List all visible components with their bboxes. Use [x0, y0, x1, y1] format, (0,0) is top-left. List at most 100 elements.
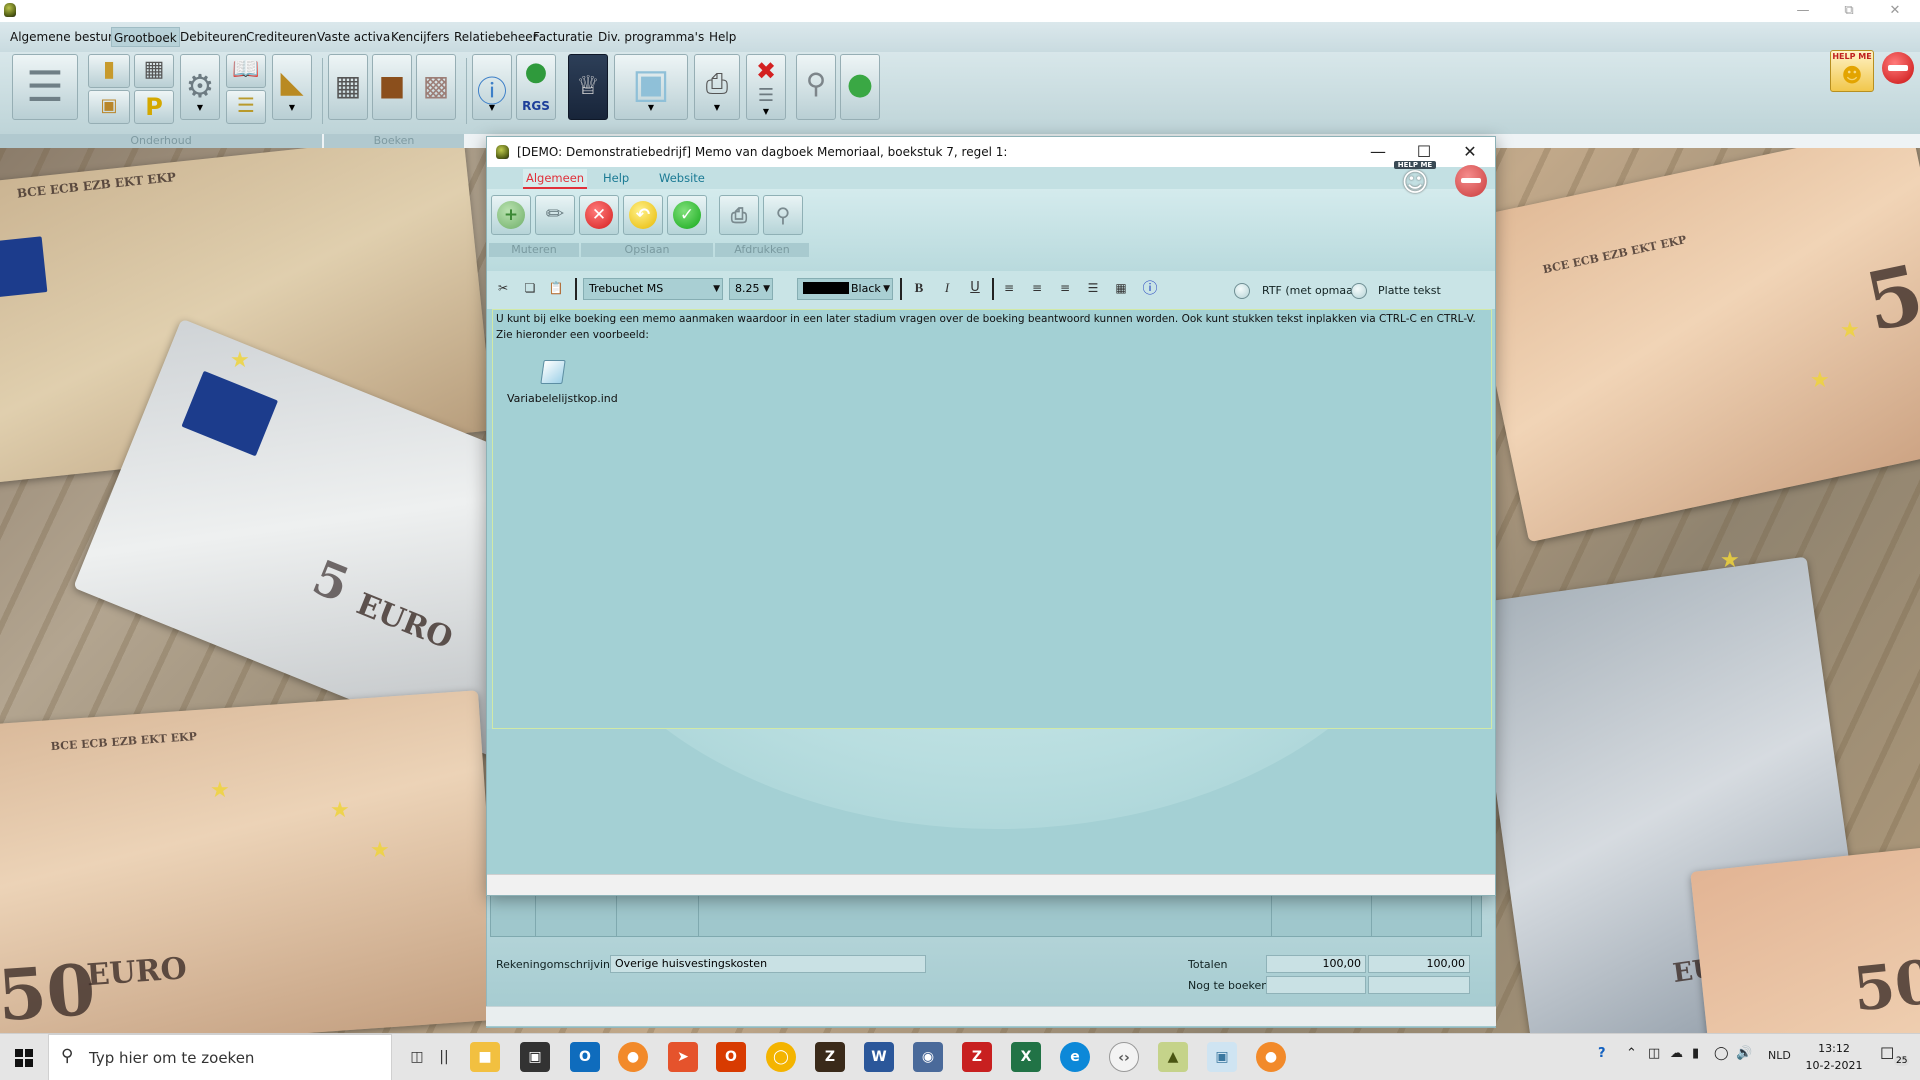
plain-text-radio[interactable] — [1351, 283, 1367, 299]
ribbon-globe-button[interactable]: ● — [840, 54, 880, 120]
copy-icon[interactable]: ❏ — [519, 277, 541, 299]
underline-button[interactable]: U — [964, 277, 986, 299]
ribbon-journal-button[interactable]: 📖 — [226, 54, 266, 88]
dialog-help-me-button[interactable]: HELP ME ☺ — [1394, 159, 1436, 205]
font-size-select[interactable]: 8.25 ▼ — [729, 278, 773, 300]
italic-button[interactable]: I — [936, 277, 958, 299]
ribbon-delete-button[interactable]: ✖ ☰ ▼ — [746, 54, 786, 120]
grid-column-divider — [1271, 896, 1272, 936]
menu-facturatie[interactable]: Facturatie — [531, 27, 595, 47]
word-icon[interactable]: W — [864, 1042, 894, 1072]
ribbon-tree-button[interactable]: ▣ — [88, 90, 130, 124]
menu-debiteuren[interactable]: Debiteuren — [178, 27, 249, 47]
taskbar-clock[interactable]: 13:12 10-2-2021 — [1802, 1040, 1866, 1074]
dialog-exit-button[interactable] — [1455, 165, 1487, 197]
app-red-arrow-icon[interactable]: ➤ — [668, 1042, 698, 1072]
app-blue-icon[interactable]: ◉ — [913, 1042, 943, 1072]
ribbon-ledger-list-button[interactable]: ☰ — [226, 90, 266, 124]
office-icon[interactable]: O — [716, 1042, 746, 1072]
paste-icon[interactable]: 📋 — [545, 277, 567, 299]
help-me-button[interactable]: HELP ME ☻ — [1830, 50, 1874, 92]
ribbon-info-button[interactable]: ⓘ ▼ — [472, 54, 512, 120]
justify-icon[interactable]: ☰ — [1082, 277, 1104, 299]
bold-button[interactable]: B — [908, 277, 930, 299]
filezilla-icon[interactable]: Z — [962, 1042, 992, 1072]
taskbar-search-box[interactable]: ⚲ Typ hier om te zoeken — [48, 1034, 392, 1080]
task-view-icon[interactable]: ◫ — [402, 1042, 432, 1072]
notifications-icon[interactable]: ☐ — [1880, 1044, 1894, 1063]
ribbon-list-button[interactable]: ☰ — [12, 54, 78, 120]
account-description-field[interactable]: Overige huisvestingskosten — [610, 955, 926, 973]
cut-icon[interactable]: ✂ — [492, 277, 514, 299]
start-button[interactable] — [0, 1034, 48, 1080]
save-button[interactable]: ✓ — [667, 195, 707, 235]
menu-div-programmas[interactable]: Div. programma's — [596, 27, 706, 47]
app-dark-icon[interactable]: Z — [815, 1042, 845, 1072]
align-center-icon[interactable]: ≡ — [1026, 277, 1048, 299]
print-preview-button[interactable]: ⚲ — [763, 195, 803, 235]
outlook-icon[interactable]: O — [570, 1042, 600, 1072]
ribbon-key-button[interactable]: ⚲ — [796, 54, 836, 120]
menu-vaste-activa[interactable]: Vaste activa — [315, 27, 392, 47]
ribbon-archive-button[interactable]: ▩ — [416, 54, 456, 120]
edge-icon[interactable]: e — [1060, 1042, 1090, 1072]
menu-help[interactable]: Help — [707, 27, 738, 47]
journal-grid-row[interactable] — [490, 895, 1482, 937]
ribbon-briefcase-button[interactable]: ■ — [372, 54, 412, 120]
ribbon-settings-button[interactable]: ⚙ ▼ — [180, 54, 220, 120]
attachment-filename[interactable]: Variabelelijstkop.ind — [507, 392, 618, 405]
ribbon-table-button[interactable]: ▦ — [134, 54, 174, 88]
rtf-radio[interactable] — [1234, 283, 1250, 299]
app-yellow-icon[interactable]: ◯ — [766, 1042, 796, 1072]
accounting-app-icon[interactable]: ▲ — [1158, 1042, 1188, 1072]
excel-icon[interactable]: X — [1011, 1042, 1041, 1072]
volume-tray-icon[interactable]: 🔊 — [1736, 1046, 1752, 1061]
ribbon-print-button[interactable]: ⎙ ▼ — [694, 54, 740, 120]
add-button[interactable]: + — [491, 195, 531, 235]
app-minimize-button[interactable]: — — [1780, 0, 1826, 22]
dialog-close-button[interactable]: ✕ — [1447, 137, 1493, 167]
menu-relatiebeheer[interactable]: Relatiebeheer — [452, 27, 540, 47]
cancel-button[interactable]: ✕ — [579, 195, 619, 235]
store-icon[interactable]: ▣ — [520, 1042, 550, 1072]
app-orange-icon[interactable]: ● — [618, 1042, 648, 1072]
attachment-file-icon[interactable] — [540, 360, 566, 384]
menu-kencijfers[interactable]: Kencijfers — [389, 27, 451, 47]
help-tray-icon[interactable]: ? — [1598, 1046, 1606, 1061]
ribbon-book-button[interactable]: ▮ — [88, 54, 130, 88]
device-tray-icon[interactable]: ◫ — [1648, 1046, 1660, 1061]
font-color-select[interactable]: Black ▼ — [797, 278, 893, 300]
ribbon-government-button[interactable]: ♕ — [568, 54, 608, 120]
tab-website[interactable]: Website — [659, 171, 705, 185]
app-code-icon[interactable]: ‹› — [1109, 1042, 1139, 1072]
memo-app-icon[interactable]: ▣ — [1207, 1042, 1237, 1072]
align-right-icon[interactable]: ≡ — [1054, 277, 1076, 299]
network-tray-icon[interactable]: ◯ — [1714, 1046, 1729, 1061]
app-orange-2-icon[interactable]: ● — [1256, 1042, 1286, 1072]
ribbon-cube-button[interactable]: ▣ ▼ — [614, 54, 688, 120]
undo-button[interactable]: ↶ — [623, 195, 663, 235]
app-restore-button[interactable]: ⧉ — [1826, 0, 1872, 22]
tab-help[interactable]: Help — [603, 171, 629, 185]
battery-tray-icon[interactable]: ▮ — [1692, 1046, 1699, 1061]
app-close-button[interactable]: ✕ — [1872, 0, 1918, 22]
chevron-up-icon[interactable]: ⌃ — [1626, 1046, 1637, 1061]
memo-editor[interactable]: U kunt bij elke boeking een memo aanmake… — [492, 309, 1492, 729]
menu-crediteuren[interactable]: Crediteuren — [244, 27, 319, 47]
ribbon-calculator-button[interactable]: ▦ — [328, 54, 368, 120]
align-left-icon[interactable]: ≡ — [998, 277, 1020, 299]
ribbon-stamp-button[interactable]: ◣ ▼ — [272, 54, 312, 120]
file-explorer-icon[interactable]: ■ — [470, 1042, 500, 1072]
font-family-select[interactable]: Trebuchet MS ▼ — [583, 278, 723, 300]
ribbon-parking-button[interactable]: P — [134, 90, 174, 124]
cloud-tray-icon[interactable]: ☁ — [1670, 1046, 1683, 1061]
tab-algemeen[interactable]: Algemeen — [523, 169, 588, 189]
edit-button[interactable]: ✏ — [535, 195, 575, 235]
insert-object-icon[interactable]: ▦ — [1110, 277, 1132, 299]
menu-grootboek[interactable]: Grootboek — [111, 27, 180, 47]
ribbon-rgs-button[interactable]: ● RGS — [516, 54, 556, 120]
language-indicator[interactable]: NLD — [1768, 1049, 1791, 1062]
print-button[interactable]: ⎙ — [719, 195, 759, 235]
exit-app-button[interactable] — [1882, 52, 1914, 84]
info-icon[interactable]: ⓘ — [1139, 277, 1161, 299]
